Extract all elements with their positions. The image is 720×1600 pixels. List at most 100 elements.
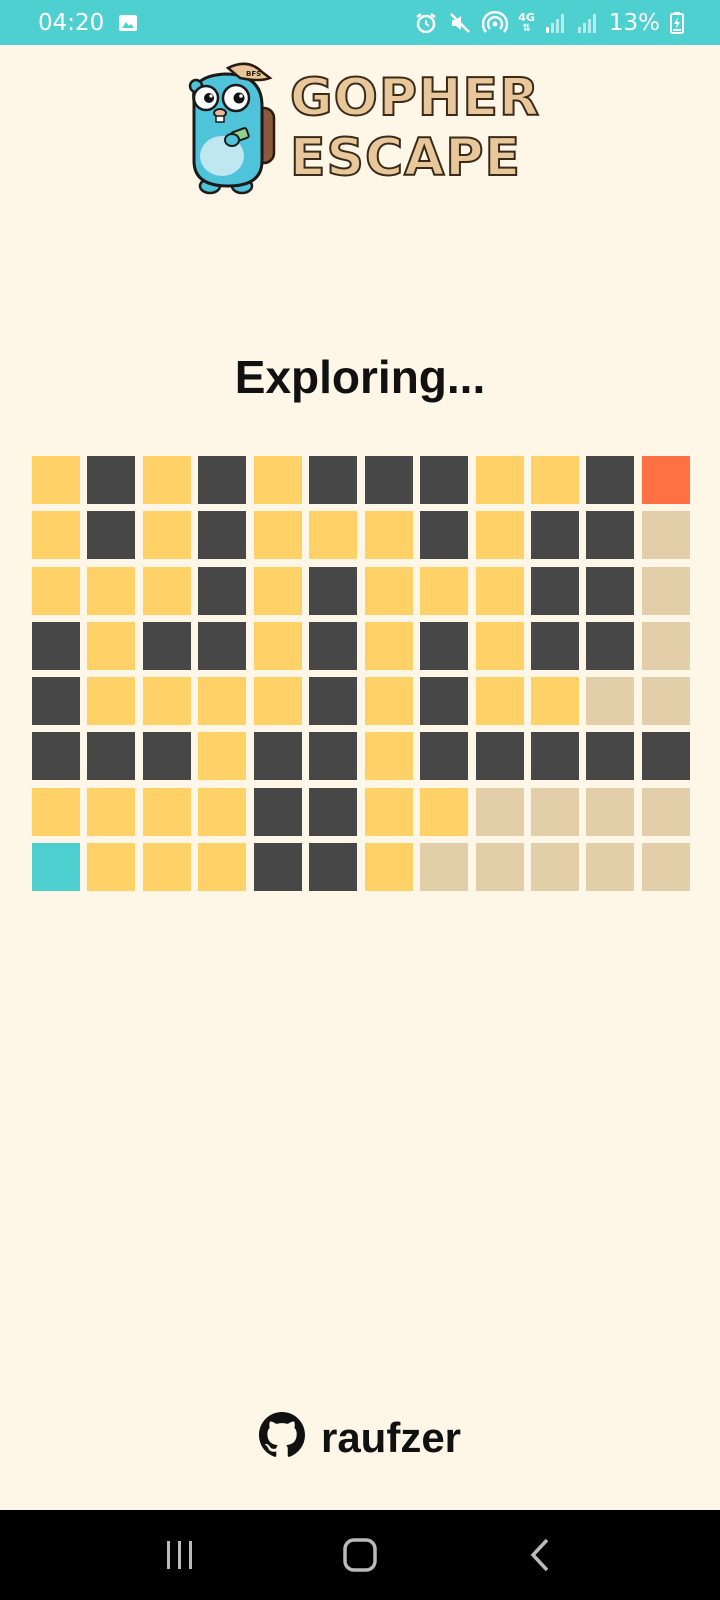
recents-button[interactable] (140, 1525, 220, 1585)
maze-cell-visited[interactable] (475, 677, 524, 726)
maze-cell-visited[interactable] (32, 787, 80, 836)
maze-cell-visited[interactable] (142, 677, 191, 726)
maze-cell-wall[interactable] (641, 732, 690, 781)
maze-cell-visited[interactable] (364, 621, 413, 670)
maze-cell-visited[interactable] (32, 456, 80, 504)
maze-cell-wall[interactable] (142, 732, 191, 781)
maze-cell-visited[interactable] (475, 621, 524, 670)
maze-cell-visited[interactable] (253, 621, 302, 670)
maze-cell-visited[interactable] (530, 677, 579, 726)
maze-cell-wall[interactable] (253, 732, 302, 781)
maze-cell-visited[interactable] (475, 566, 524, 615)
maze-cell-wall[interactable] (198, 621, 247, 670)
back-button[interactable] (500, 1525, 580, 1585)
maze-grid[interactable] (32, 456, 690, 892)
maze-cell-wall[interactable] (420, 456, 469, 504)
maze-cell-wall[interactable] (198, 566, 247, 615)
maze-cell-visited[interactable] (198, 732, 247, 781)
maze-cell-wall[interactable] (32, 732, 80, 781)
maze-cell-wall[interactable] (420, 621, 469, 670)
maze-cell-visited[interactable] (364, 677, 413, 726)
maze-cell-wall[interactable] (87, 732, 136, 781)
maze-cell-visited[interactable] (530, 456, 579, 504)
maze-cell-visited[interactable] (142, 843, 191, 892)
maze-cell-visited[interactable] (87, 787, 136, 836)
maze-cell-unvisited[interactable] (420, 843, 469, 892)
maze-cell-unvisited[interactable] (586, 843, 635, 892)
maze-cell-unvisited[interactable] (586, 787, 635, 836)
maze-cell-unvisited[interactable] (641, 677, 690, 726)
maze-cell-unvisited[interactable] (530, 843, 579, 892)
maze-cell-visited[interactable] (475, 456, 524, 504)
maze-cell-visited[interactable] (364, 787, 413, 836)
maze-cell-goal[interactable] (641, 456, 690, 504)
maze-cell-visited[interactable] (142, 787, 191, 836)
maze-cell-wall[interactable] (586, 732, 635, 781)
maze-cell-visited[interactable] (198, 843, 247, 892)
maze-cell-wall[interactable] (309, 566, 358, 615)
maze-cell-wall[interactable] (420, 732, 469, 781)
maze-cell-wall[interactable] (530, 732, 579, 781)
maze-cell-visited[interactable] (198, 677, 247, 726)
maze-cell-unvisited[interactable] (586, 677, 635, 726)
maze-cell-visited[interactable] (32, 511, 80, 560)
maze-cell-visited[interactable] (253, 511, 302, 560)
maze-cell-wall[interactable] (530, 621, 579, 670)
maze-cell-visited[interactable] (142, 456, 191, 504)
author-username[interactable]: raufzer (321, 1414, 461, 1462)
maze-cell-wall[interactable] (309, 677, 358, 726)
maze-cell-visited[interactable] (87, 843, 136, 892)
maze-cell-visited[interactable] (253, 677, 302, 726)
maze-cell-wall[interactable] (253, 843, 302, 892)
maze-cell-wall[interactable] (309, 732, 358, 781)
maze-cell-wall[interactable] (586, 566, 635, 615)
maze-cell-visited[interactable] (309, 511, 358, 560)
maze-cell-unvisited[interactable] (641, 621, 690, 670)
maze-cell-wall[interactable] (420, 511, 469, 560)
maze-cell-unvisited[interactable] (530, 787, 579, 836)
maze-cell-wall[interactable] (142, 621, 191, 670)
author-link[interactable]: raufzer (0, 1412, 720, 1463)
maze-cell-wall[interactable] (253, 787, 302, 836)
maze-cell-wall[interactable] (530, 566, 579, 615)
maze-cell-wall[interactable] (309, 843, 358, 892)
maze-cell-visited[interactable] (253, 566, 302, 615)
maze-cell-wall[interactable] (586, 456, 635, 504)
maze-cell-unvisited[interactable] (641, 566, 690, 615)
maze-cell-unvisited[interactable] (475, 787, 524, 836)
maze-cell-wall[interactable] (364, 456, 413, 504)
maze-cell-visited[interactable] (142, 566, 191, 615)
maze-cell-visited[interactable] (253, 456, 302, 504)
maze-cell-wall[interactable] (32, 677, 80, 726)
maze-cell-visited[interactable] (87, 566, 136, 615)
maze-cell-start[interactable] (32, 843, 80, 892)
maze-cell-visited[interactable] (420, 787, 469, 836)
maze-cell-wall[interactable] (309, 456, 358, 504)
maze-cell-unvisited[interactable] (641, 787, 690, 836)
maze-cell-visited[interactable] (142, 511, 191, 560)
maze-cell-wall[interactable] (87, 511, 136, 560)
maze-cell-wall[interactable] (309, 787, 358, 836)
maze-cell-unvisited[interactable] (641, 511, 690, 560)
maze-cell-wall[interactable] (309, 621, 358, 670)
maze-cell-visited[interactable] (198, 787, 247, 836)
maze-cell-wall[interactable] (420, 677, 469, 726)
maze-cell-unvisited[interactable] (641, 843, 690, 892)
maze-cell-wall[interactable] (475, 732, 524, 781)
maze-cell-visited[interactable] (475, 511, 524, 560)
maze-cell-wall[interactable] (530, 511, 579, 560)
maze-cell-visited[interactable] (420, 566, 469, 615)
maze-cell-visited[interactable] (364, 843, 413, 892)
maze-cell-wall[interactable] (87, 456, 136, 504)
maze-cell-visited[interactable] (364, 732, 413, 781)
maze-cell-wall[interactable] (586, 621, 635, 670)
maze-cell-visited[interactable] (32, 566, 80, 615)
maze-cell-wall[interactable] (586, 511, 635, 560)
maze-cell-visited[interactable] (364, 511, 413, 560)
maze-cell-visited[interactable] (87, 677, 136, 726)
maze-cell-wall[interactable] (32, 621, 80, 670)
maze-cell-visited[interactable] (364, 566, 413, 615)
maze-cell-wall[interactable] (198, 456, 247, 504)
maze-cell-visited[interactable] (87, 621, 136, 670)
home-button[interactable] (320, 1525, 400, 1585)
